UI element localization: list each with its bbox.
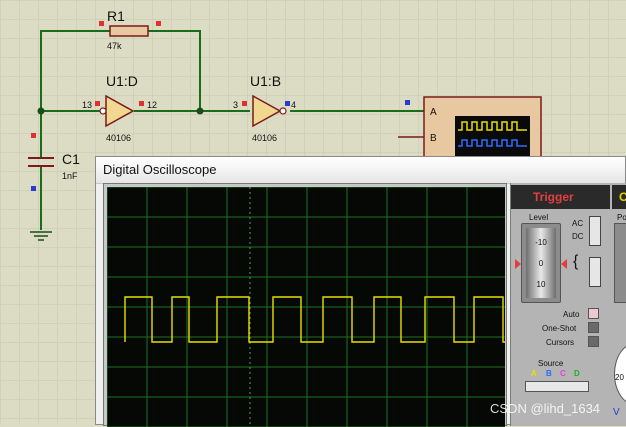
junction-dot: [196, 107, 204, 115]
inverter-b-name: U1:B: [250, 73, 281, 89]
source-slider[interactable]: [525, 381, 589, 392]
inverter-b-pin-out: 4: [291, 100, 296, 110]
level-label: Level: [529, 213, 549, 222]
auto-button[interactable]: [588, 308, 599, 319]
inverter-d-pin-out: 12: [147, 100, 157, 110]
source-label: Source: [538, 359, 564, 368]
channel-title-fragment: C: [619, 190, 626, 204]
oscilloscope-screen: [107, 187, 505, 427]
edge-bracket-icon: {: [573, 253, 579, 270]
auto-label: Auto: [563, 310, 580, 319]
inverter-b-pin-in: 3: [233, 100, 238, 110]
source-channel-b[interactable]: B: [546, 369, 552, 378]
dc-label: DC: [572, 232, 584, 241]
level-tick: -10: [535, 238, 547, 247]
trigger-level-knob[interactable]: -10 0 10: [521, 223, 561, 303]
oscilloscope-title: Digital Oscilloscope: [103, 162, 217, 177]
oscilloscope-titlebar[interactable]: Digital Oscilloscope: [96, 157, 625, 184]
ac-dc-switch[interactable]: [589, 216, 601, 246]
inverter-b-part: 40106: [252, 133, 277, 143]
level-tick: 10: [536, 280, 546, 289]
level-tick: 0: [538, 259, 544, 268]
source-channel-c[interactable]: C: [560, 369, 566, 378]
source-channel-d[interactable]: D: [574, 369, 580, 378]
oscilloscope-window[interactable]: Digital Oscilloscope Trigger C Level -10…: [95, 156, 626, 427]
channel-dial-tick: 20: [615, 373, 624, 382]
resistor-name: R1: [107, 8, 125, 24]
scope-channel-a-label: A: [430, 107, 437, 118]
resistor-value: 47k: [107, 41, 122, 51]
channel-bottom-fragment: V: [613, 407, 620, 418]
cursors-button[interactable]: [588, 336, 599, 347]
trigger-title: Trigger: [533, 190, 574, 204]
one-shot-button[interactable]: [588, 322, 599, 333]
edge-switch[interactable]: [589, 257, 601, 287]
capacitor-value: 1nF: [62, 171, 78, 181]
junction-dot: [37, 107, 45, 115]
watermark-text: CSDN @lihd_1634: [490, 401, 601, 416]
capacitor-name: C1: [62, 151, 80, 167]
inverter-d-name: U1:D: [106, 73, 138, 89]
cursors-label: Cursors: [546, 338, 575, 347]
ac-label: AC: [572, 219, 584, 228]
oscilloscope-screen-frame: [103, 183, 507, 427]
source-channel-a[interactable]: A: [531, 369, 537, 378]
trigger-panel-header: Trigger: [511, 185, 610, 209]
one-shot-label: One-Shot: [542, 324, 577, 333]
channel-panel-header: C: [612, 185, 626, 209]
inverter-d-pin-in: 13: [82, 100, 92, 110]
channel-position-knob[interactable]: [614, 223, 626, 303]
trigger-level-wheel[interactable]: -10 0 10: [526, 228, 556, 298]
scope-channel-b-label: B: [430, 133, 437, 144]
inverter-d-part: 40106: [106, 133, 131, 143]
position-label-fragment: Po: [617, 213, 626, 222]
level-marker-right-icon: [561, 259, 567, 269]
level-marker-left-icon: [515, 259, 521, 269]
control-panel: Trigger C Level -10 0 10 AC DC { Auto On…: [510, 183, 626, 426]
